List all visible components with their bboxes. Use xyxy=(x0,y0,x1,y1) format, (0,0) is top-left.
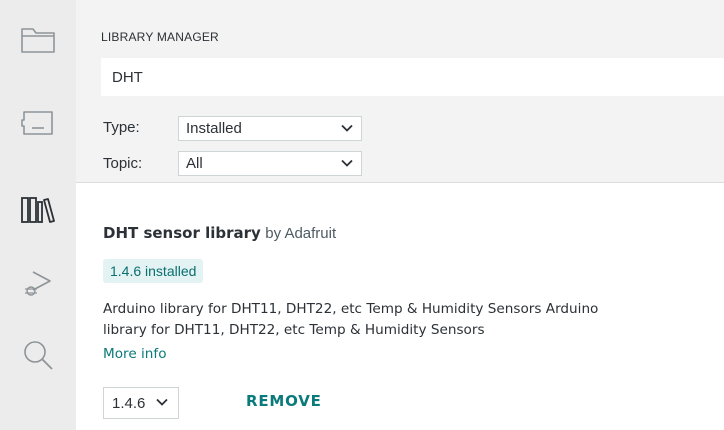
topic-filter-label: Topic: xyxy=(103,155,143,172)
folder-icon[interactable] xyxy=(18,20,58,60)
chevron-down-icon xyxy=(156,398,168,406)
installed-badge: 1.4.6 installed xyxy=(103,259,204,283)
panel-title: LIBRARY MANAGER xyxy=(101,30,219,44)
library-manager-panel: LIBRARY MANAGER Type: Installed Topic: A… xyxy=(76,0,724,430)
chevron-down-icon xyxy=(341,124,353,132)
type-filter-value: Installed xyxy=(186,120,242,137)
activity-bar xyxy=(0,0,76,430)
version-select[interactable]: 1.4.6 xyxy=(103,387,179,419)
panel-header: LIBRARY MANAGER Type: Installed Topic: A… xyxy=(76,0,724,183)
version-value: 1.4.6 xyxy=(112,394,146,412)
remove-button[interactable]: REMOVE xyxy=(246,392,322,410)
debug-icon[interactable] xyxy=(18,263,58,303)
library-description: Arduino library for DHT11, DHT22, etc Te… xyxy=(103,299,723,341)
description-line: Arduino library for DHT11, DHT22, etc Te… xyxy=(103,301,599,317)
library-author: by Adafruit xyxy=(265,225,337,242)
library-icon[interactable] xyxy=(18,190,58,230)
board-icon[interactable] xyxy=(18,103,58,143)
search-icon[interactable] xyxy=(18,335,58,375)
type-filter-select[interactable]: Installed xyxy=(178,116,362,141)
library-name: DHT sensor library xyxy=(103,224,261,242)
topic-filter-value: All xyxy=(186,155,203,172)
topic-filter-select[interactable]: All xyxy=(178,151,362,176)
more-info-link[interactable]: More info xyxy=(103,346,167,362)
library-title: DHT sensor library by Adafruit xyxy=(103,224,336,243)
search-input[interactable] xyxy=(101,58,724,96)
type-filter-label: Type: xyxy=(103,119,140,136)
chevron-down-icon xyxy=(341,159,353,167)
description-line: library for DHT11, DHT22, etc Temp & Hum… xyxy=(103,322,485,338)
